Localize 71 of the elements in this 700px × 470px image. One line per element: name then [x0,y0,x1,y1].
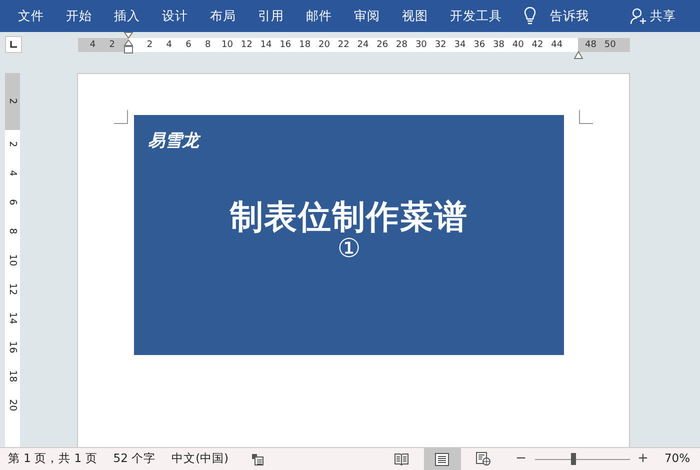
margin-corner-mark [114,110,128,124]
ruler-number: 2 [146,39,154,52]
ruler-number: 12 [240,39,254,52]
word-count[interactable]: 52 个字 [113,450,156,468]
language-indicator[interactable]: 中文(中国) [172,450,229,468]
ruler-number: 2 [108,39,116,52]
ruler-number: 32 [434,39,448,52]
tell-me-button[interactable]: 告诉我 [524,6,589,26]
ruler-number: 26 [376,39,390,52]
ribbon-tab[interactable]: 插入 [103,0,151,32]
tab-stop-selector[interactable] [5,36,22,53]
ruler-number: 22 [336,39,350,52]
ruler-number: 38 [492,39,506,52]
ruler-number: 4 [165,39,173,52]
ruler-number: 18 [6,370,20,383]
ruler-number: 14 [259,39,273,52]
ruler-number: 2 [6,98,20,105]
ruler-number: 10 [6,254,20,267]
zoom-in-button[interactable]: + [634,449,652,469]
slider-thumb[interactable] [570,453,576,465]
view-button[interactable] [424,448,461,470]
ruler-number: 4 [6,170,20,177]
ruler-number: 40 [511,39,525,52]
ruler-number: 24 [356,39,370,52]
ruler-number: 16 [6,341,20,354]
person-add-icon [630,8,646,24]
ribbon-tab[interactable]: 视图 [391,0,439,32]
ruler-number: 16 [278,39,292,52]
ruler-number: 12 [6,283,20,296]
ruler-number: 44 [550,39,564,52]
ruler-number: 28 [395,39,408,52]
zoom-out-button[interactable]: − [512,449,531,469]
ruler-number: 8 [204,39,212,52]
ruler-number: 4 [88,39,97,52]
lightbulb-icon [524,7,536,25]
ruler-number: 18 [298,39,312,52]
ruler-number: 8 [6,228,20,235]
ribbon-tab[interactable]: 引用 [247,0,295,32]
share-button[interactable]: 共享 [630,6,676,26]
episode-number: ① [337,235,361,264]
ruler-number: 14 [6,312,20,325]
indent-marker[interactable] [124,32,133,54]
ruler-number: 20 [317,39,331,52]
ribbon-tab[interactable]: 开发工具 [439,0,516,32]
ruler-number: 10 [220,39,234,52]
ribbon-tab[interactable]: 审阅 [343,0,391,32]
ruler-number: 30 [414,39,428,52]
brand-logo: 易雪龙 [148,130,199,153]
page-count[interactable]: 第 1 页，共 1 页 [8,450,98,468]
ruler-number: 42 [530,39,544,52]
ruler-number: 36 [472,39,486,52]
ruler-number: 2 [6,141,20,148]
margin-corner-mark [579,110,593,124]
web-page-icon [476,452,491,466]
ribbon-tab[interactable]: 布局 [199,0,247,32]
ruler-number: 6 [184,39,192,52]
ruler-number: 34 [453,39,467,52]
ruler-number: 20 [6,399,20,412]
tab-stop-icon [10,41,17,48]
ruler-number: 50 [603,39,617,52]
ruler-number: 6 [6,199,20,206]
zoom-level[interactable]: 70% [664,450,690,468]
ribbon-tab[interactable]: 邮件 [295,0,343,32]
ribbon-tab[interactable]: 开始 [55,0,103,32]
ribbon-tab[interactable]: 文件 [0,0,55,32]
ruler-number: 48 [584,39,598,52]
ribbon-tab[interactable]: 设计 [151,0,199,32]
banner-title: 制表位制作菜谱 [230,199,468,236]
page-icon [435,452,450,466]
book-icon [394,452,409,466]
macro-icon[interactable] [250,452,264,466]
